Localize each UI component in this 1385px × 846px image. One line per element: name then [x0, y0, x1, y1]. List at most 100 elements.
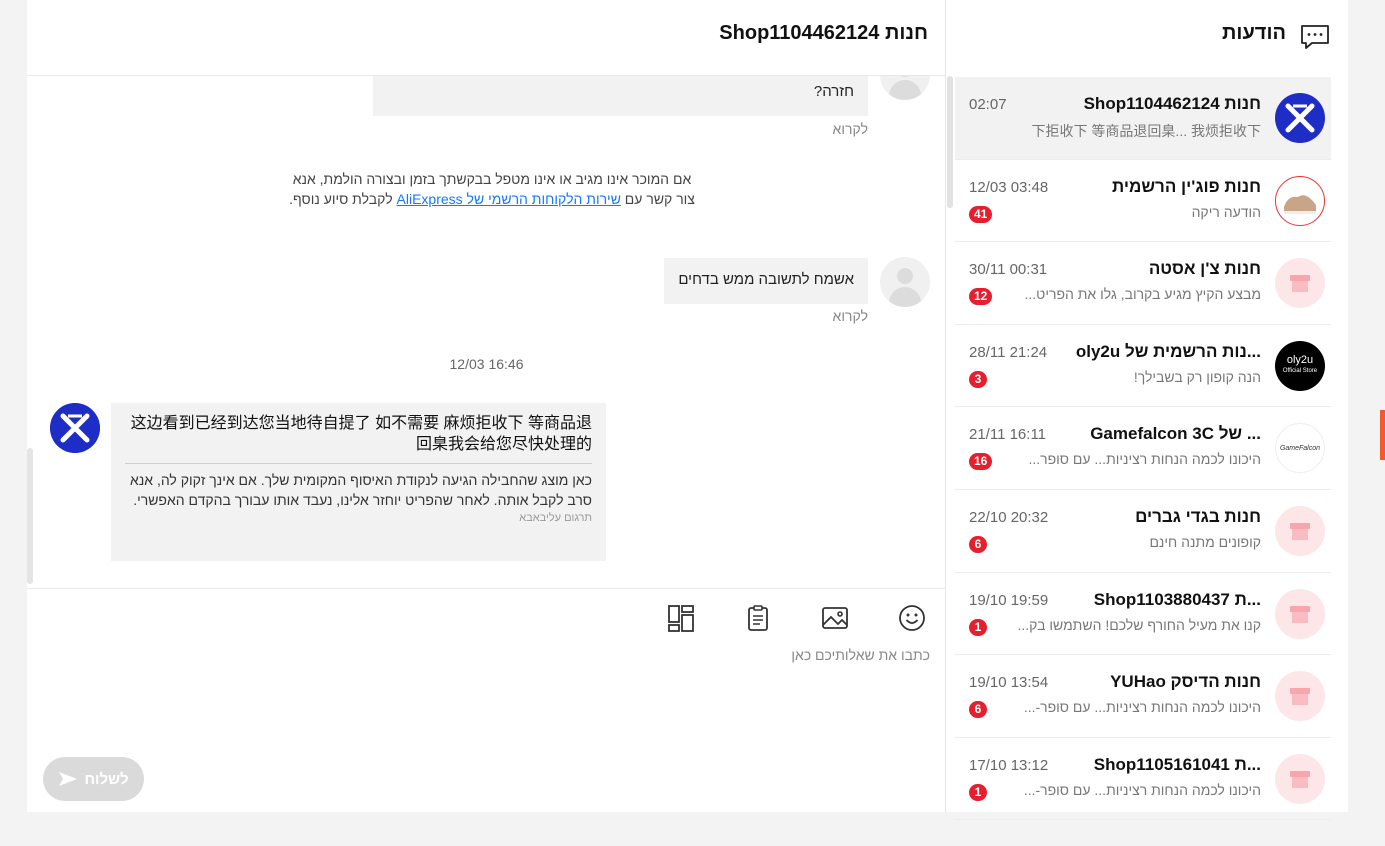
conversation-item[interactable]: חנות צ'ן אסטה 30/11 00:31 מבצע הקיץ מגיע…	[955, 242, 1331, 325]
x-logo-icon	[1285, 103, 1315, 133]
chat-title: חנות Shop1104462124	[719, 22, 928, 44]
conversation-item[interactable]: ...ת Shop1105161041 17/10 13:12 היכונו ל…	[955, 738, 1331, 821]
conversation-item[interactable]: oly2u Official Store ...נות הרשמית של ol…	[955, 325, 1331, 408]
conversation-item[interactable]: חנות הדיסק YUHao 19/10 13:54 היכונו לכמה…	[955, 655, 1331, 738]
send-label: לשלוח	[84, 770, 129, 788]
conversation-item[interactable]: GameFalcon ... של Gamefalcon 3C 21/11 16…	[955, 407, 1331, 490]
store-avatar	[1275, 671, 1325, 722]
system-note: אם המוכר אינו מגיב או אינו מטפל בבקשתך ב…	[267, 169, 717, 209]
conversation-time: 02:07	[969, 96, 1007, 113]
conversation-time: 28/11 21:24	[969, 343, 1048, 361]
store-icon	[1290, 605, 1310, 623]
chat-header: חנות Shop1104462124	[27, 0, 946, 76]
conversation-preview: קופונים מתנה חינם	[1149, 533, 1261, 550]
conversation-preview: הודעה ריקה	[1191, 203, 1261, 220]
conversation-preview: היכונו לכמה הנחות רציניות... עם סופר-...	[1023, 781, 1261, 798]
conversation-preview: 下拒收下 等商品退回臬... 我烦拒收下	[1031, 123, 1261, 139]
message-text: חזרה?	[813, 83, 854, 100]
shop-avatar	[50, 403, 100, 453]
messenger-panel: חנות Shop1104462124 _ חזרה? לקרוא אם המו…	[27, 0, 1348, 821]
conversation-name: ...ת Shop1105161041	[1093, 754, 1261, 774]
read-status: לקרוא	[832, 308, 868, 324]
message-thread[interactable]: _ חזרה? לקרוא אם המוכר אינו מגיב או אינו…	[27, 76, 946, 588]
composer: כתבו את שאלותיכם כאן לשלוח	[27, 588, 946, 812]
conversation-name: חנות הדיסק YUHao	[1110, 672, 1261, 692]
conversation-preview: היכונו לכמה הנחות רציניות... עם סופר...	[1028, 451, 1261, 468]
user-avatar	[880, 257, 930, 307]
conversation-item[interactable]: חנות בגדי גברים 22/10 20:32 קופונים מתנה…	[955, 490, 1331, 573]
unread-badge: 41	[969, 205, 993, 223]
unread-badge: 1	[969, 618, 987, 636]
store-icon	[1290, 522, 1310, 540]
conversation-item[interactable]: ...ת Shop1103880437 19/10 19:59 קנו את מ…	[955, 573, 1331, 656]
conversations-scrollbar[interactable]	[947, 76, 953, 208]
conversation-item[interactable]: חנות Shop1104462124 02:07 下拒收下 等商品退回臬...…	[955, 77, 1331, 160]
conversation-name: חנות פוג'ין הרשמית	[1112, 176, 1261, 196]
system-note-line1: אם המוכר אינו מגיב או אינו מטפל בבקשתך ב…	[292, 171, 692, 187]
message-bubble-shop: 这边看到已经到达您当地待自提了 如不需要 麻烦拒收下 等商品退回臬我会给您尽快处…	[111, 403, 606, 561]
original-text: 这边看到已经到达您当地待自提了 如不需要 麻烦拒收下 等商品退回臬我会给您尽快处…	[125, 413, 592, 464]
unread-badge: 6	[969, 535, 987, 553]
image-icon[interactable]	[820, 603, 850, 633]
conversation-time: 19/10 19:59	[969, 591, 1049, 609]
system-note-prefix: צור קשר עם	[620, 191, 695, 207]
store-icon	[1290, 770, 1310, 788]
translation-credit: תרגום עליבאבא	[519, 512, 592, 524]
conversation-time: 30/11 00:31	[969, 261, 1048, 279]
store-icon	[1290, 275, 1310, 293]
conversation-item[interactable]: חנות פוג'ין הרשמית 12/03 03:48 הודעה ריק…	[955, 160, 1331, 243]
conversation-name: חנות Shop1104462124	[1083, 94, 1261, 113]
send-button[interactable]: לשלוח	[43, 757, 144, 801]
oly2u-logo-text: oly2u	[1286, 353, 1314, 366]
conversation-time: 12/03 03:48	[969, 178, 1049, 196]
conversations-pane: הודעות חנות Shop1104462124 02:07 下拒收下 等商…	[947, 0, 1348, 821]
conversations-title: הודעות	[1222, 22, 1286, 44]
message-input[interactable]: כתבו את שאלותיכם כאן	[791, 647, 930, 663]
read-status: לקרוא	[832, 121, 868, 137]
conversation-name: חנות בגדי גברים	[1135, 506, 1261, 526]
time-divider: 12/03 16:46	[449, 356, 524, 372]
send-icon	[59, 772, 78, 786]
conversation-time: 22/10 20:32	[969, 508, 1049, 526]
oly2u-logo-sub: Official Store	[1282, 367, 1318, 374]
shop-avatar	[1275, 175, 1325, 226]
thread-scrollbar[interactable]	[27, 448, 33, 584]
side-tab-edge[interactable]	[1380, 410, 1385, 460]
translated-text: כאן מוצג שהחבילה הגיעה לנקודת האיסוף המק…	[130, 472, 592, 508]
store-avatar	[1275, 588, 1325, 639]
conversation-preview: מבצע הקיץ מגיע בקרוב, גלו את הפריט...	[1024, 286, 1261, 303]
conversation-preview: קנו את מעיל החורף שלכם! השתמשו בק...	[1017, 616, 1261, 633]
store-icon	[1290, 688, 1310, 706]
shoe-icon	[1284, 194, 1316, 214]
message-text: אשמח לתשובה ממש בדחים	[678, 271, 854, 288]
unread-badge: 3	[969, 370, 987, 388]
unread-badge: 1	[969, 783, 987, 801]
order-icon[interactable]	[743, 603, 773, 633]
conversation-time: 19/10 13:54	[969, 674, 1049, 692]
message-bubble-mine: אשמח לתשובה ממש בדחים	[664, 258, 868, 304]
shop-avatar: GameFalcon	[1275, 423, 1325, 474]
emoji-icon[interactable]	[897, 603, 927, 633]
conversation-name: ... של Gamefalcon 3C	[1090, 424, 1261, 444]
system-note-suffix: לקבלת סיוע נוסף.	[289, 191, 397, 207]
store-avatar	[1275, 505, 1325, 556]
unread-badge: 16	[969, 453, 993, 471]
conversation-preview: היכונו לכמה הנחות רציניות... עם סופר-...	[1023, 699, 1261, 716]
conversation-preview: הנה קופון רק בשבילך!	[1133, 368, 1261, 385]
shop-avatar	[1275, 93, 1325, 143]
messages-icon	[1301, 25, 1329, 49]
conversations-header: הודעות	[947, 0, 1348, 76]
message-bubble-mine: _ חזרה?	[373, 76, 868, 116]
x-logo-icon	[50, 403, 100, 453]
conversation-name: ...ת Shop1103880437	[1093, 589, 1261, 609]
conversation-name: ...נות הרשמית של oly2u	[1075, 341, 1261, 361]
shop-avatar: oly2u Official Store	[1275, 340, 1325, 391]
conversation-name: חנות צ'ן אסטה	[1148, 259, 1261, 279]
chat-pane: חנות Shop1104462124 _ חזרה? לקרוא אם המו…	[27, 0, 946, 812]
conversation-time: 17/10 13:12	[969, 756, 1049, 774]
customer-service-link[interactable]: שירות הלקוחות הרשמי של AliExpress	[397, 191, 621, 207]
product-icon[interactable]	[666, 603, 696, 633]
unread-badge: 12	[969, 288, 993, 306]
conversation-list: חנות Shop1104462124 02:07 下拒收下 等商品退回臬...…	[955, 77, 1331, 821]
unread-badge: 6	[969, 701, 987, 719]
